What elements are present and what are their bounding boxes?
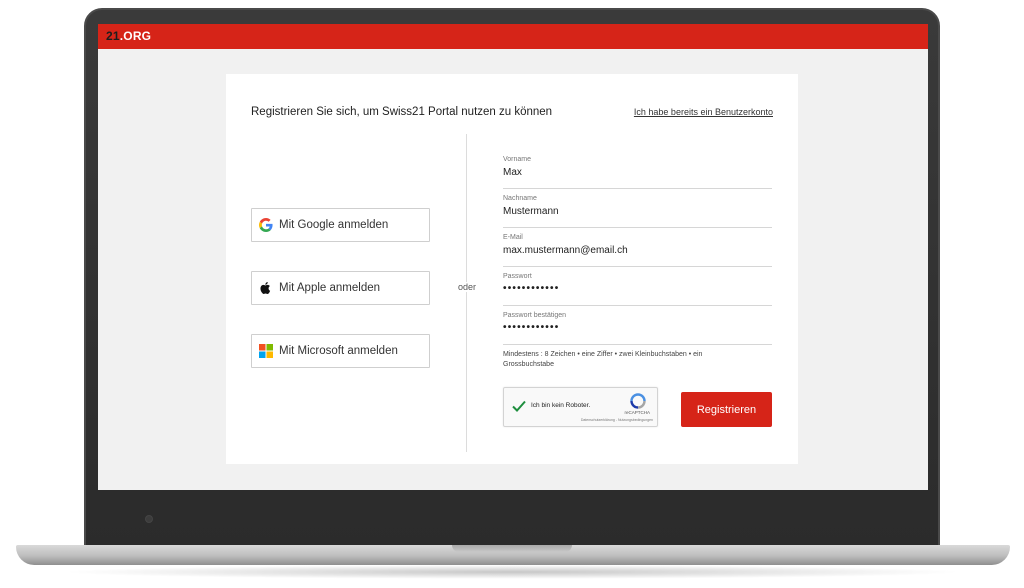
logo-suffix: .ORG	[119, 29, 152, 43]
field-label: Nachname	[503, 195, 537, 202]
email-field[interactable]: E-Mail max.mustermann@email.ch	[503, 234, 772, 267]
field-label: Passwort	[503, 273, 532, 280]
password-field[interactable]: Passwort ••••••••••••	[503, 273, 772, 306]
apple-signin-label: Mit Apple anmelden	[279, 282, 381, 294]
app-header: 21.ORG	[98, 24, 928, 49]
recaptcha-widget: Ich bin kein Roboter. reCAPTCHA Datensch…	[503, 387, 658, 427]
registration-card: Registrieren Sie sich, um Swiss21 Portal…	[226, 74, 798, 464]
password-confirm-value: ••••••••••••	[503, 322, 560, 333]
register-button[interactable]: Registrieren	[681, 392, 772, 427]
logo[interactable]: 21.ORG	[106, 29, 151, 44]
app-screen: 21.ORG Registrieren Sie sich, um Swiss21…	[98, 24, 928, 490]
password-confirm-field[interactable]: Passwort bestätigen ••••••••••••	[503, 312, 772, 345]
divider-label: oder	[454, 282, 480, 292]
google-icon	[259, 218, 273, 232]
lastname-field[interactable]: Nachname Mustermann	[503, 195, 772, 228]
microsoft-signin-label: Mit Microsoft anmelden	[279, 345, 398, 357]
checkmark-icon[interactable]	[512, 399, 526, 412]
camera-icon	[145, 515, 153, 523]
google-signin-button[interactable]: Mit Google anmelden	[251, 208, 430, 242]
laptop-notch	[452, 545, 572, 552]
field-label: Passwort bestätigen	[503, 312, 567, 319]
firstname-value: Max	[503, 167, 522, 178]
page-title: Registrieren Sie sich, um Swiss21 Portal…	[251, 106, 553, 118]
microsoft-signin-button[interactable]: Mit Microsoft anmelden	[251, 334, 430, 368]
google-signin-label: Mit Google anmelden	[279, 219, 389, 231]
captcha-brand: reCAPTCHA	[624, 410, 650, 415]
password-hint: Mindestens : 8 Zeichen • eine Ziffer • z…	[503, 351, 703, 368]
captcha-label: Ich bin kein Roboter.	[531, 402, 591, 409]
captcha-terms[interactable]: Datenschutzerklärung - Nutzungsbedingung…	[581, 418, 653, 422]
recaptcha-logo-icon	[630, 393, 646, 409]
field-label: E-Mail	[503, 234, 523, 241]
password-value: ••••••••••••	[503, 283, 560, 294]
apple-signin-button[interactable]: Mit Apple anmelden	[251, 271, 430, 305]
microsoft-icon	[259, 344, 273, 358]
existing-account-link[interactable]: Ich habe bereits ein Benutzerkonto	[634, 107, 773, 117]
lastname-value: Mustermann	[503, 206, 559, 217]
laptop-shadow	[60, 565, 964, 579]
firstname-field[interactable]: Vorname Max	[503, 156, 772, 189]
apple-icon	[259, 281, 273, 295]
divider	[466, 134, 467, 452]
email-value: max.mustermann@email.ch	[503, 245, 628, 256]
logo-number: 21	[106, 29, 120, 43]
field-label: Vorname	[503, 156, 532, 163]
